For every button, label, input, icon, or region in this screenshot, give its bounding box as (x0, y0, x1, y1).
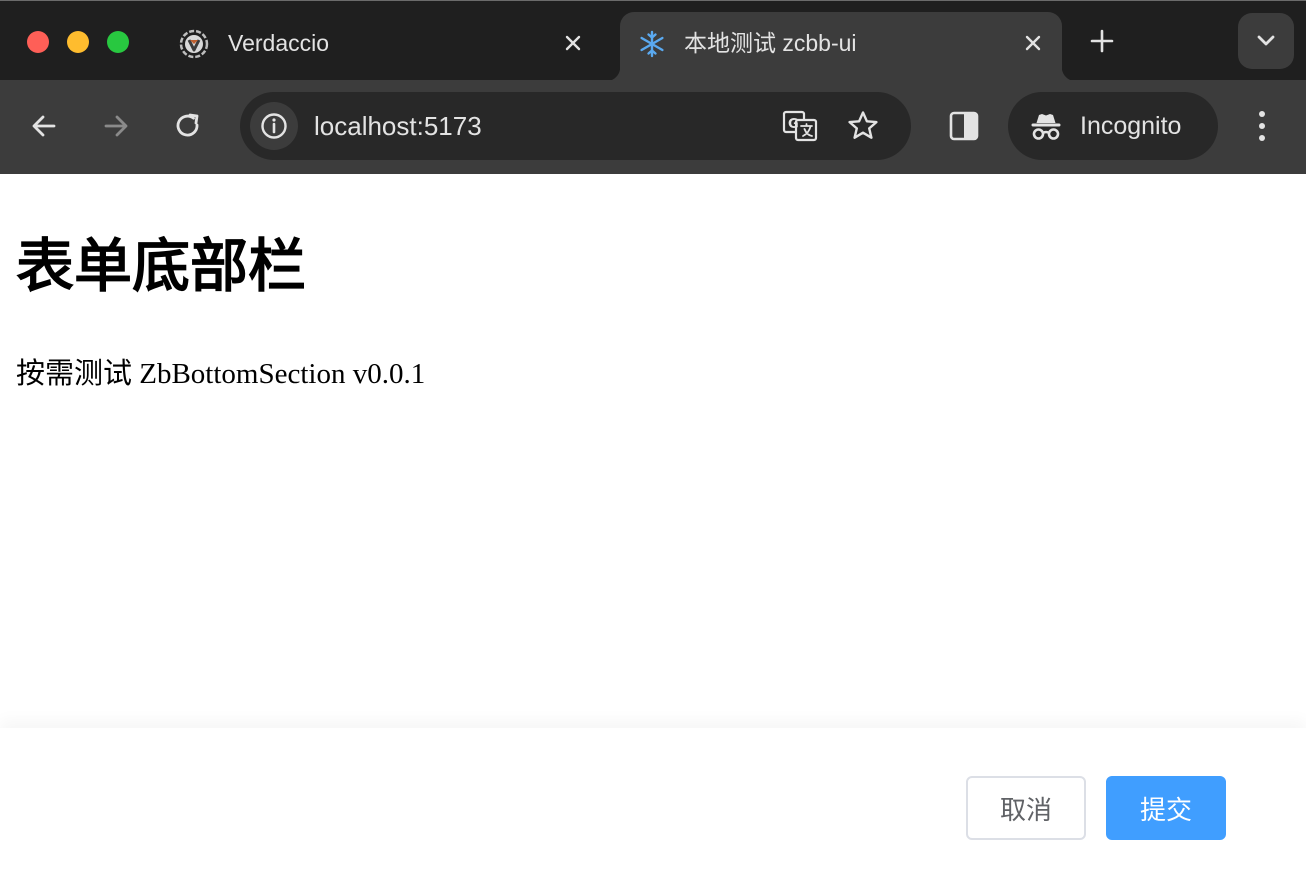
submit-button[interactable]: 提交 (1106, 776, 1226, 840)
bookmark-star-icon[interactable] (845, 108, 881, 144)
window-zoom-button[interactable] (107, 31, 129, 53)
incognito-label: Incognito (1080, 112, 1182, 140)
back-button[interactable] (24, 106, 64, 146)
incognito-icon (1028, 108, 1064, 144)
tab-title: Verdaccio (228, 30, 330, 56)
close-icon[interactable] (1018, 28, 1048, 58)
close-icon[interactable] (558, 28, 588, 58)
form-bottom-section: 取消 提交 (0, 728, 1306, 888)
arrow-left-icon (32, 115, 56, 137)
site-info-button[interactable] (250, 102, 298, 150)
side-panel-button[interactable] (944, 106, 984, 146)
address-bar[interactable]: localhost:5173 G (240, 92, 911, 160)
forward-button[interactable] (96, 106, 136, 146)
page-content: 表单底部栏 按需测试 ZbBottomSection v0.0.1 取消 提交 (0, 174, 1306, 888)
window-close-button[interactable] (27, 31, 49, 53)
reload-icon (176, 113, 199, 137)
browser-tab-strip: Verdaccio 本地测试 zcbb-ui (0, 0, 1306, 81)
verdaccio-logo-icon (178, 28, 210, 60)
reload-button[interactable] (168, 106, 208, 146)
svg-text:G: G (788, 117, 799, 132)
incognito-badge[interactable]: Incognito (1008, 92, 1218, 160)
side-panel-icon (949, 111, 979, 141)
url-text[interactable]: localhost:5173 (314, 92, 482, 160)
tab-title: 本地测试 zcbb-ui (684, 30, 857, 56)
page-title: 表单底部栏 (16, 232, 307, 300)
plus-icon (1090, 29, 1114, 53)
cancel-button[interactable]: 取消 (966, 776, 1086, 840)
chevron-down-icon (1257, 35, 1275, 46)
translate-icon[interactable]: G (782, 108, 818, 144)
browser-menu-button[interactable] (1242, 106, 1282, 146)
arrow-right-icon (104, 115, 128, 137)
new-tab-button[interactable] (1084, 23, 1120, 59)
page-description: 按需测试 ZbBottomSection v0.0.1 (16, 358, 426, 390)
more-vertical-icon (1259, 111, 1265, 141)
snowflake-icon (636, 28, 668, 60)
window-minimize-button[interactable] (67, 31, 89, 53)
tab-search-button[interactable] (1238, 13, 1294, 69)
browser-toolbar: localhost:5173 G Incognito (0, 80, 1306, 174)
tab-zcbb-ui[interactable]: 本地测试 zcbb-ui (606, 12, 1076, 81)
tab-verdaccio[interactable]: Verdaccio (162, 12, 604, 81)
info-icon (261, 113, 287, 139)
